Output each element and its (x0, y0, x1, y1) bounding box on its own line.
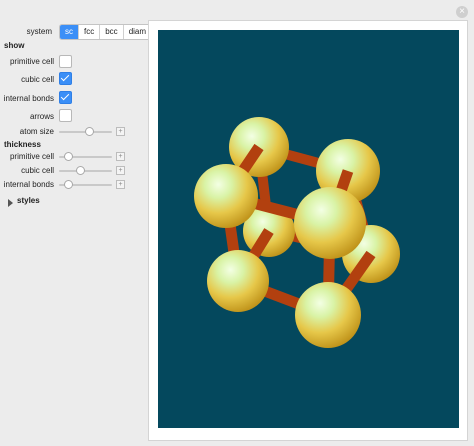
system-label: system (26, 27, 52, 36)
close-icon[interactable]: × (456, 6, 468, 18)
primitive-cell-checkbox[interactable] (59, 55, 72, 68)
thickness-cubic-slider[interactable] (59, 166, 112, 175)
atom (294, 187, 366, 259)
styles-disclosure-icon[interactable] (8, 199, 13, 207)
thickness-primitive-slider[interactable] (59, 152, 112, 161)
cubic-cell-checkbox[interactable] (59, 72, 72, 85)
thickness-primitive-expand-icon[interactable]: + (116, 152, 125, 161)
atom-size-label: atom size (19, 127, 54, 136)
system-option-fcc[interactable]: fcc (79, 25, 101, 39)
atom-size-slider-thumb[interactable] (84, 127, 94, 136)
arrows-checkbox[interactable] (59, 109, 72, 122)
atom-size-slider[interactable] (59, 127, 112, 136)
thickness-cubic-expand-icon[interactable]: + (116, 166, 125, 175)
system-option-bcc[interactable]: bcc (100, 25, 124, 39)
internal-bonds-label: internal bonds (3, 94, 54, 103)
atom-size-expand-icon[interactable]: + (116, 127, 125, 136)
crystal-lattice-graphic[interactable] (158, 30, 459, 428)
atom (194, 164, 258, 228)
atom (295, 282, 361, 348)
internal-bonds-checkbox[interactable] (59, 91, 72, 104)
system-option-sc[interactable]: sc (60, 25, 79, 39)
cubic-cell-label: cubic cell (21, 75, 54, 84)
styles-toggle[interactable]: styles (17, 196, 40, 205)
primitive-cell-label: primitive cell (9, 57, 54, 66)
thickness-bonds-slider[interactable] (59, 180, 112, 189)
system-option-diam[interactable]: diam (124, 25, 151, 39)
thickness-bonds-slider-thumb[interactable] (64, 180, 74, 189)
show-heading: show (4, 41, 25, 50)
thickness-cubic-slider-thumb[interactable] (75, 166, 85, 175)
thickness-cubic-label: cubic cell (21, 166, 54, 175)
thickness-primitive-slider-thumb[interactable] (64, 152, 74, 161)
atom (207, 250, 269, 312)
system-selector[interactable]: sc fcc bcc diam (59, 24, 153, 40)
thickness-heading: thickness (4, 140, 41, 149)
arrows-label: arrows (29, 112, 54, 121)
crystal-viewport[interactable] (158, 30, 459, 428)
thickness-bonds-expand-icon[interactable]: + (116, 180, 125, 189)
thickness-bonds-label: internal bonds (3, 180, 54, 189)
thickness-primitive-label: primitive cell (9, 152, 54, 161)
